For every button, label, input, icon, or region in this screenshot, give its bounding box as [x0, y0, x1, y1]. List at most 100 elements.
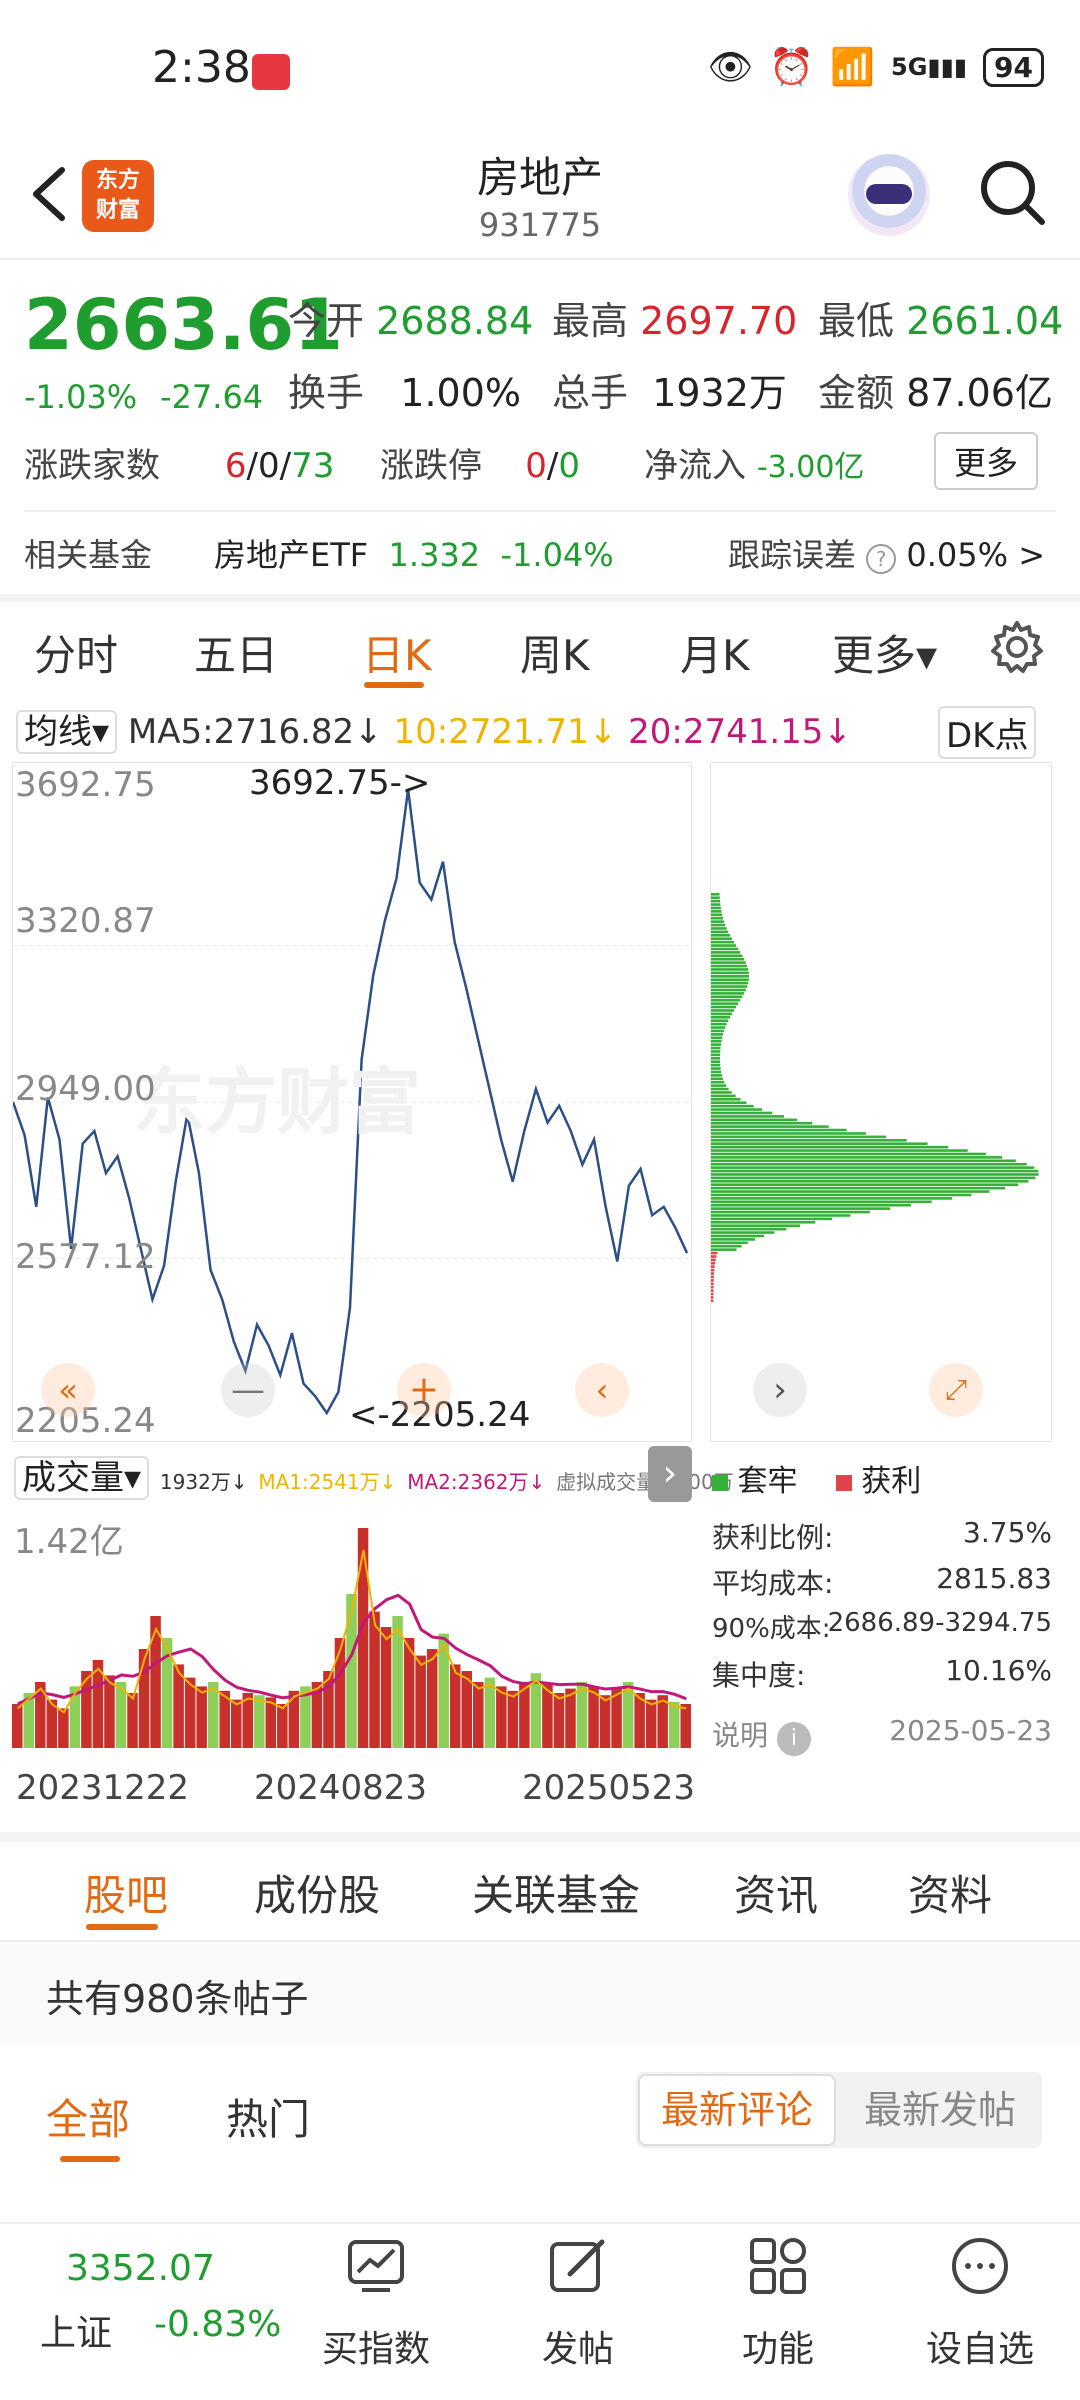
volume-bar	[415, 1655, 426, 1748]
chip-bar	[711, 1265, 715, 1269]
zoom-out-button[interactable]: —	[221, 1363, 275, 1417]
volume-bar	[484, 1677, 496, 1748]
ma10-value: 10:2721.71↓	[393, 712, 618, 752]
chip-bar	[711, 998, 741, 1002]
add-watchlist-icon[interactable]	[948, 2234, 1012, 2298]
chip-bar	[711, 1227, 787, 1231]
tab-daily-k[interactable]: 日K	[362, 622, 432, 683]
ma5-value: MA5:2716.82↓	[127, 712, 383, 752]
sse-index-value[interactable]: 3352.07	[66, 2248, 215, 2289]
filter-all[interactable]: 全部	[46, 2086, 130, 2147]
functions-grid-icon[interactable]	[746, 2234, 810, 2298]
volume-ma1: MA1:2541万↓	[258, 1470, 397, 1494]
chip-bar	[711, 1026, 726, 1029]
chip-bar	[711, 1217, 833, 1221]
volume-chart[interactable]: 1.42亿	[12, 1508, 692, 1748]
tab-weekly-k[interactable]: 周K	[520, 622, 590, 683]
more-button[interactable]: 更多	[934, 432, 1039, 490]
signal-icon: 5G▮▮▮	[891, 53, 968, 81]
chip-bar	[711, 1149, 968, 1152]
volume-bar	[288, 1690, 300, 1748]
collapse-panel-button[interactable]: ›	[648, 1446, 692, 1502]
chip-bar	[711, 1121, 813, 1125]
volume-bar	[507, 1690, 519, 1748]
alarm-icon: ⏰	[769, 47, 815, 88]
chip-bar	[711, 1173, 1039, 1176]
tab-related-funds[interactable]: 关联基金	[472, 1862, 640, 1923]
tab-news[interactable]: 资讯	[734, 1862, 818, 1923]
section-gap	[0, 1832, 1080, 1842]
sse-index-pct[interactable]: -0.83%	[154, 2304, 281, 2345]
expand-icon[interactable]: ⤢	[929, 1363, 983, 1417]
chip-bar	[711, 1203, 911, 1207]
scroll-right-button[interactable]: ›	[753, 1363, 807, 1417]
change-percent: -1.03%	[24, 378, 138, 416]
watchlist-label[interactable]: 设自选	[900, 2320, 1060, 2372]
tab-guba[interactable]: 股吧	[84, 1862, 168, 1923]
tab-constituents[interactable]: 成份股	[254, 1862, 380, 1923]
post-count: 共有980条帖子	[46, 1977, 309, 2021]
related-fund-item[interactable]: 房地产ETF 1.332 -1.04%	[214, 530, 614, 576]
chip-bar	[711, 1002, 739, 1005]
chip-bar	[711, 913, 723, 917]
dist-note[interactable]: 说明 i 2025-05-23	[712, 1714, 1052, 1756]
scroll-left-button[interactable]: ‹	[575, 1363, 629, 1417]
chip-bar	[711, 916, 724, 920]
chip-bar	[711, 910, 722, 913]
tab-profile[interactable]: 资料	[908, 1862, 992, 1923]
chip-bar	[711, 1159, 1016, 1163]
chip-bar	[711, 1005, 737, 1009]
settings-gear-icon[interactable]	[990, 620, 1044, 674]
chip-bar	[711, 1039, 722, 1043]
tab-intraday[interactable]: 分时	[34, 622, 118, 683]
buy-index-label[interactable]: 买指数	[296, 2320, 456, 2372]
chip-bar	[711, 893, 720, 896]
sort-latest-post[interactable]: 最新发帖	[842, 2074, 1038, 2146]
volume-bar	[58, 1708, 69, 1748]
header: 东方 财富 房地产 931775	[0, 130, 1080, 260]
buy-index-icon[interactable]	[344, 2234, 408, 2298]
huawei-notification-icon	[252, 54, 290, 90]
dk-point-button[interactable]: DK点	[938, 706, 1037, 759]
post-label[interactable]: 发帖	[498, 2320, 658, 2372]
scroll-left-fast-button[interactable]: «	[41, 1363, 95, 1417]
updown-count: 涨跌家数 6/0/73	[24, 446, 335, 486]
chip-bar	[711, 903, 721, 906]
tab-five-day[interactable]: 五日	[194, 622, 278, 683]
tab-more[interactable]: 更多▾	[832, 622, 937, 683]
ma-selector[interactable]: 均线▾	[16, 710, 118, 754]
chip-bar	[711, 1186, 1006, 1190]
functions-label[interactable]: 功能	[698, 2320, 858, 2372]
low-stat: 最低 2661.04	[818, 299, 1064, 343]
chip-bar	[711, 1248, 737, 1251]
chip-bar	[711, 1231, 775, 1234]
volume-selector[interactable]: 成交量▾	[14, 1456, 150, 1500]
post-edit-icon[interactable]	[546, 2234, 610, 2298]
sse-index-name[interactable]: 上证	[40, 2304, 112, 2356]
chip-bar	[711, 1111, 773, 1115]
chip-bar	[711, 1067, 721, 1070]
chip-bar	[711, 968, 749, 971]
chip-bar	[711, 899, 721, 903]
chip-bar	[711, 951, 741, 954]
volume-value: 1932万↓	[159, 1470, 248, 1494]
sort-latest-comment[interactable]: 最新评论	[638, 2074, 836, 2146]
volume-bar	[668, 1701, 680, 1748]
chip-bar	[711, 1180, 1029, 1183]
trapped-swatch	[712, 1475, 728, 1491]
filter-hot[interactable]: 热门	[226, 2086, 310, 2147]
tab-monthly-k[interactable]: 月K	[680, 622, 750, 683]
chip-bar	[711, 1104, 754, 1108]
zoom-in-button[interactable]: +	[397, 1363, 451, 1417]
volume-bar	[12, 1704, 23, 1748]
chip-bar	[711, 1019, 729, 1023]
kline-chart[interactable]: 东方财富 3692.75 3320.87 2949.00 2577.12 220…	[12, 762, 693, 1442]
ai-assistant-robot-icon[interactable]	[848, 154, 930, 236]
chip-bar	[711, 1139, 907, 1142]
tracking-error[interactable]: 跟踪误差 ? 0.05% >	[728, 530, 1045, 576]
chip-bar	[711, 1084, 727, 1087]
chip-bar	[711, 927, 727, 930]
chip-bar	[711, 1135, 887, 1139]
search-icon[interactable]	[978, 158, 1048, 228]
chip-bar	[711, 971, 749, 975]
